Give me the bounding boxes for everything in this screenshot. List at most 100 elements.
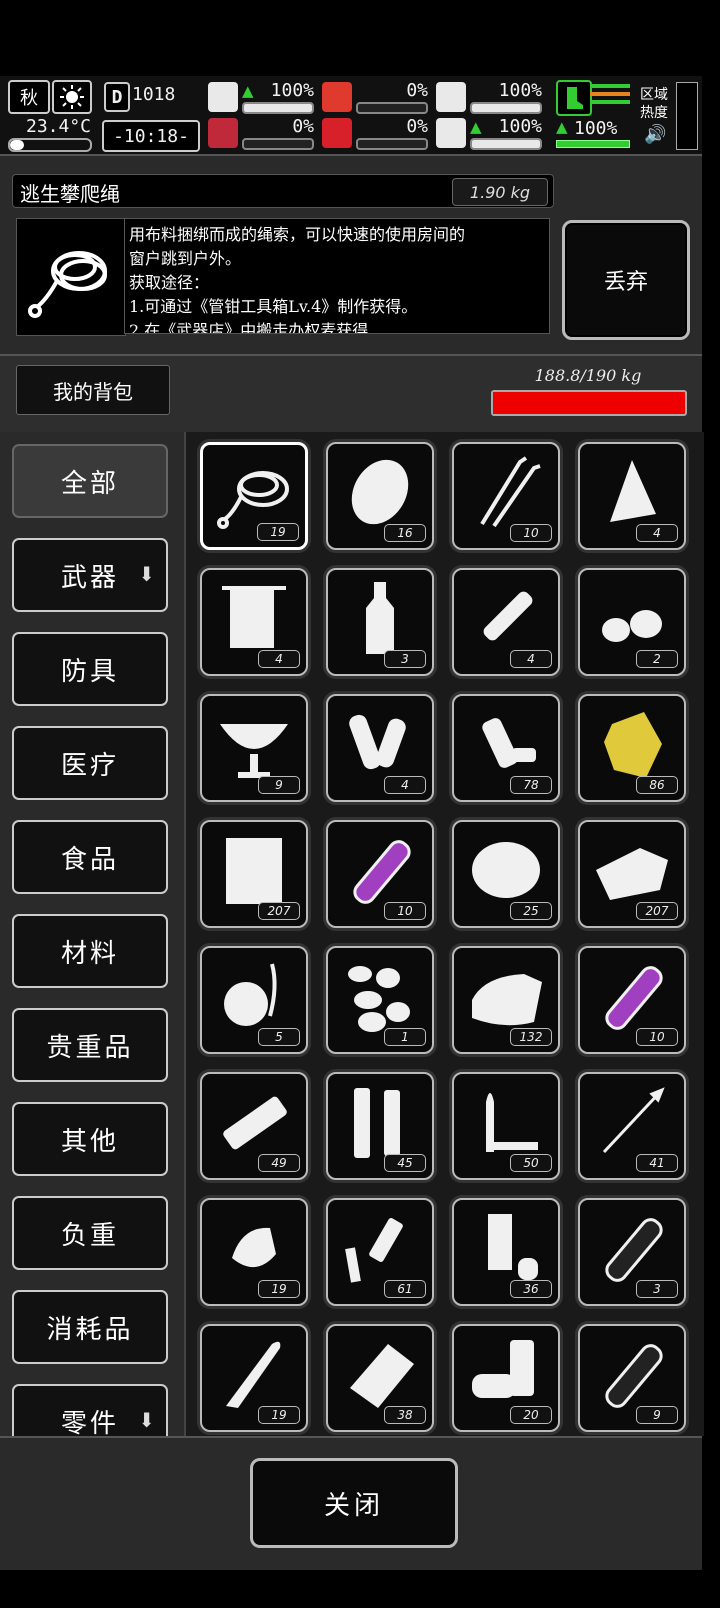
speaker-icon[interactable]: 🔊 bbox=[644, 124, 666, 145]
item-count: 132 bbox=[510, 1028, 552, 1046]
category-tab[interactable]: 食品 bbox=[12, 820, 168, 894]
test-tube-iv-icon bbox=[605, 1218, 663, 1282]
towel-icon bbox=[222, 586, 286, 648]
item-count: 9 bbox=[258, 776, 300, 794]
inventory-slot[interactable]: 1 bbox=[326, 946, 434, 1054]
inventory-slot[interactable]: 25 bbox=[452, 820, 560, 928]
item-count: 20 bbox=[510, 1406, 552, 1424]
inventory-slot[interactable]: 50 bbox=[452, 1072, 560, 1180]
inventory-slot[interactable]: 2 bbox=[578, 568, 686, 676]
category-tab[interactable]: 零件 ⬇ bbox=[12, 1384, 168, 1436]
backpack-label: 我的背包 bbox=[16, 365, 170, 415]
season-badge: 秋 bbox=[8, 80, 50, 114]
category-tab[interactable]: 负重 bbox=[12, 1196, 168, 1270]
mood-bar bbox=[470, 138, 542, 150]
category-label: 材料 bbox=[60, 938, 119, 969]
inventory-slot[interactable]: 207 bbox=[200, 820, 308, 928]
item-count: 16 bbox=[384, 524, 426, 542]
item-count: 25 bbox=[510, 902, 552, 920]
inventory-slot[interactable]: 4 bbox=[200, 568, 308, 676]
item-count: 19 bbox=[258, 1280, 300, 1298]
hunger-icon bbox=[322, 82, 352, 112]
rope-icon bbox=[28, 251, 107, 318]
mood-value: 100% bbox=[498, 116, 542, 137]
category-tab[interactable]: 材料 bbox=[12, 914, 168, 988]
item-count: 4 bbox=[510, 650, 552, 668]
inventory-slot[interactable]: 9 bbox=[578, 1324, 686, 1432]
inventory-slot[interactable]: 4 bbox=[578, 442, 686, 550]
plastic-bottle-icon bbox=[482, 718, 536, 768]
inventory-slot[interactable]: 4 bbox=[326, 694, 434, 802]
item-count: 19 bbox=[257, 523, 299, 541]
category-sidebar: 全部武器 ⬇ 防具医疗食品材料贵重品其他负重消耗品零件 ⬇ bbox=[0, 432, 184, 1436]
item-count: 19 bbox=[258, 1406, 300, 1424]
cotton-icon bbox=[472, 842, 540, 898]
inventory-slot[interactable]: 3 bbox=[326, 568, 434, 676]
item-count: 41 bbox=[636, 1154, 678, 1172]
inventory-slot[interactable]: 10 bbox=[326, 820, 434, 928]
arrow-icon bbox=[602, 1087, 665, 1154]
sanity-bar bbox=[242, 138, 314, 150]
cans-icon bbox=[472, 1340, 534, 1398]
category-label: 贵重品 bbox=[46, 1032, 134, 1063]
inventory-slot[interactable]: 38 bbox=[326, 1324, 434, 1432]
inventory-slot[interactable]: 61 bbox=[326, 1198, 434, 1306]
discard-button[interactable]: 丢弃 bbox=[562, 220, 690, 340]
backpack-capacity: 188.8/190 kg bbox=[534, 366, 642, 385]
item-count: 10 bbox=[384, 902, 426, 920]
inventory-slot[interactable]: 19 bbox=[200, 1324, 308, 1432]
category-tab[interactable]: 消耗品 bbox=[12, 1290, 168, 1364]
ice-cream-icon bbox=[220, 724, 288, 778]
health-value: 100% bbox=[270, 80, 314, 101]
category-tab[interactable]: 医疗 bbox=[12, 726, 168, 800]
item-count: 3 bbox=[636, 1280, 678, 1298]
test-tube-i-icon bbox=[605, 1344, 663, 1408]
inventory-slot[interactable]: 4 bbox=[452, 568, 560, 676]
category-tab[interactable]: 贵重品 bbox=[12, 1008, 168, 1082]
backpack-capacity-bar bbox=[491, 390, 687, 416]
item-count: 3 bbox=[384, 650, 426, 668]
item-count: 86 bbox=[636, 776, 678, 794]
leg-bars bbox=[590, 84, 630, 108]
inventory-slot[interactable]: 41 bbox=[578, 1072, 686, 1180]
category-tab[interactable]: 防具 bbox=[12, 632, 168, 706]
sun-icon bbox=[52, 80, 92, 114]
category-label: 食品 bbox=[60, 844, 119, 875]
season-label: 秋 bbox=[20, 88, 38, 109]
stamina-bar-fill bbox=[472, 104, 540, 112]
category-tab[interactable]: 其他 bbox=[12, 1102, 168, 1176]
inventory-slot[interactable]: 5 bbox=[200, 946, 308, 1054]
inventory-slot[interactable]: 45 bbox=[326, 1072, 434, 1180]
category-tab[interactable]: 武器 ⬇ bbox=[12, 538, 168, 612]
thirst-value: 0% bbox=[406, 116, 428, 137]
inventory-slot[interactable]: 49 bbox=[200, 1072, 308, 1180]
sanity-value: 0% bbox=[292, 116, 314, 137]
inventory-slot[interactable]: 16 bbox=[326, 442, 434, 550]
inventory-slot[interactable]: 78 bbox=[452, 694, 560, 802]
category-tab[interactable]: 全部 bbox=[12, 444, 168, 518]
inventory-slot[interactable]: 20 bbox=[452, 1324, 560, 1432]
slug-icon bbox=[232, 1227, 276, 1268]
inventory-slot[interactable]: 10 bbox=[452, 442, 560, 550]
health-icon bbox=[208, 82, 238, 112]
sanity-icon bbox=[208, 118, 238, 148]
inventory-slot[interactable]: 207 bbox=[578, 820, 686, 928]
inventory-slot[interactable]: 19 bbox=[200, 442, 308, 550]
item-count: 38 bbox=[384, 1406, 426, 1424]
inventory-slot[interactable]: 132 bbox=[452, 946, 560, 1054]
inventory-slot[interactable]: 36 bbox=[452, 1198, 560, 1306]
health-bar-fill bbox=[244, 104, 312, 112]
category-label: 消耗品 bbox=[46, 1314, 134, 1345]
pouch-icon bbox=[350, 1344, 414, 1408]
inventory-slot[interactable]: 86 bbox=[578, 694, 686, 802]
onion-icon bbox=[224, 963, 277, 1026]
inventory-slot[interactable]: 3 bbox=[578, 1198, 686, 1306]
thirst-bar bbox=[356, 138, 428, 150]
inventory-slot[interactable]: 9 bbox=[200, 694, 308, 802]
close-button[interactable]: 关闭 bbox=[250, 1458, 458, 1548]
inventory-slot[interactable]: 19 bbox=[200, 1198, 308, 1306]
leg-status-icon bbox=[556, 80, 592, 116]
category-label: 武器 bbox=[60, 562, 119, 593]
inventory-grid: 19 16 10 4 4 3 4 2 9 4 78 86 207 10 25 207 5 1 132 10 49 45 50… bbox=[184, 432, 704, 1436]
inventory-slot[interactable]: 10 bbox=[578, 946, 686, 1054]
